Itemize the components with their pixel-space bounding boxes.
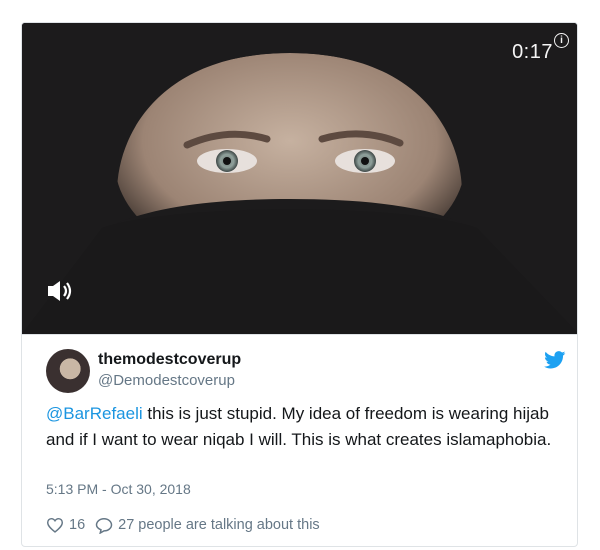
tweet-header: themodestcoverup @Demodestcoverup bbox=[46, 347, 566, 395]
video-duration: 0:17 bbox=[512, 41, 553, 63]
mention-link[interactable]: @BarRefaeli bbox=[46, 404, 143, 423]
video-frame bbox=[22, 23, 577, 334]
info-icon[interactable]: i bbox=[554, 33, 569, 48]
conversation-count: 27 people are talking about this bbox=[118, 517, 320, 533]
embedded-tweet-card: 0:17 i themodestcoverup @Demodestcoverup… bbox=[21, 22, 578, 547]
tweet-timestamp[interactable]: 5:13 PM - Oct 30, 2018 bbox=[46, 481, 191, 497]
video-player[interactable]: 0:17 i bbox=[22, 23, 577, 335]
speech-bubble-icon bbox=[95, 517, 113, 534]
display-name[interactable]: themodestcoverup bbox=[98, 351, 241, 369]
tweet-actions: 16 27 people are talking about this bbox=[46, 513, 330, 537]
user-handle[interactable]: @Demodestcoverup bbox=[98, 372, 235, 389]
like-count: 16 bbox=[69, 517, 86, 533]
like-action[interactable]: 16 bbox=[46, 517, 85, 533]
avatar[interactable] bbox=[46, 349, 90, 393]
tweet-text: @BarRefaeli this is just stupid. My idea… bbox=[46, 401, 556, 453]
conversation-action[interactable]: 27 people are talking about this bbox=[95, 517, 320, 534]
twitter-bird-icon[interactable] bbox=[544, 351, 566, 369]
heart-icon bbox=[46, 517, 64, 533]
speaker-muted-icon[interactable] bbox=[40, 277, 80, 305]
